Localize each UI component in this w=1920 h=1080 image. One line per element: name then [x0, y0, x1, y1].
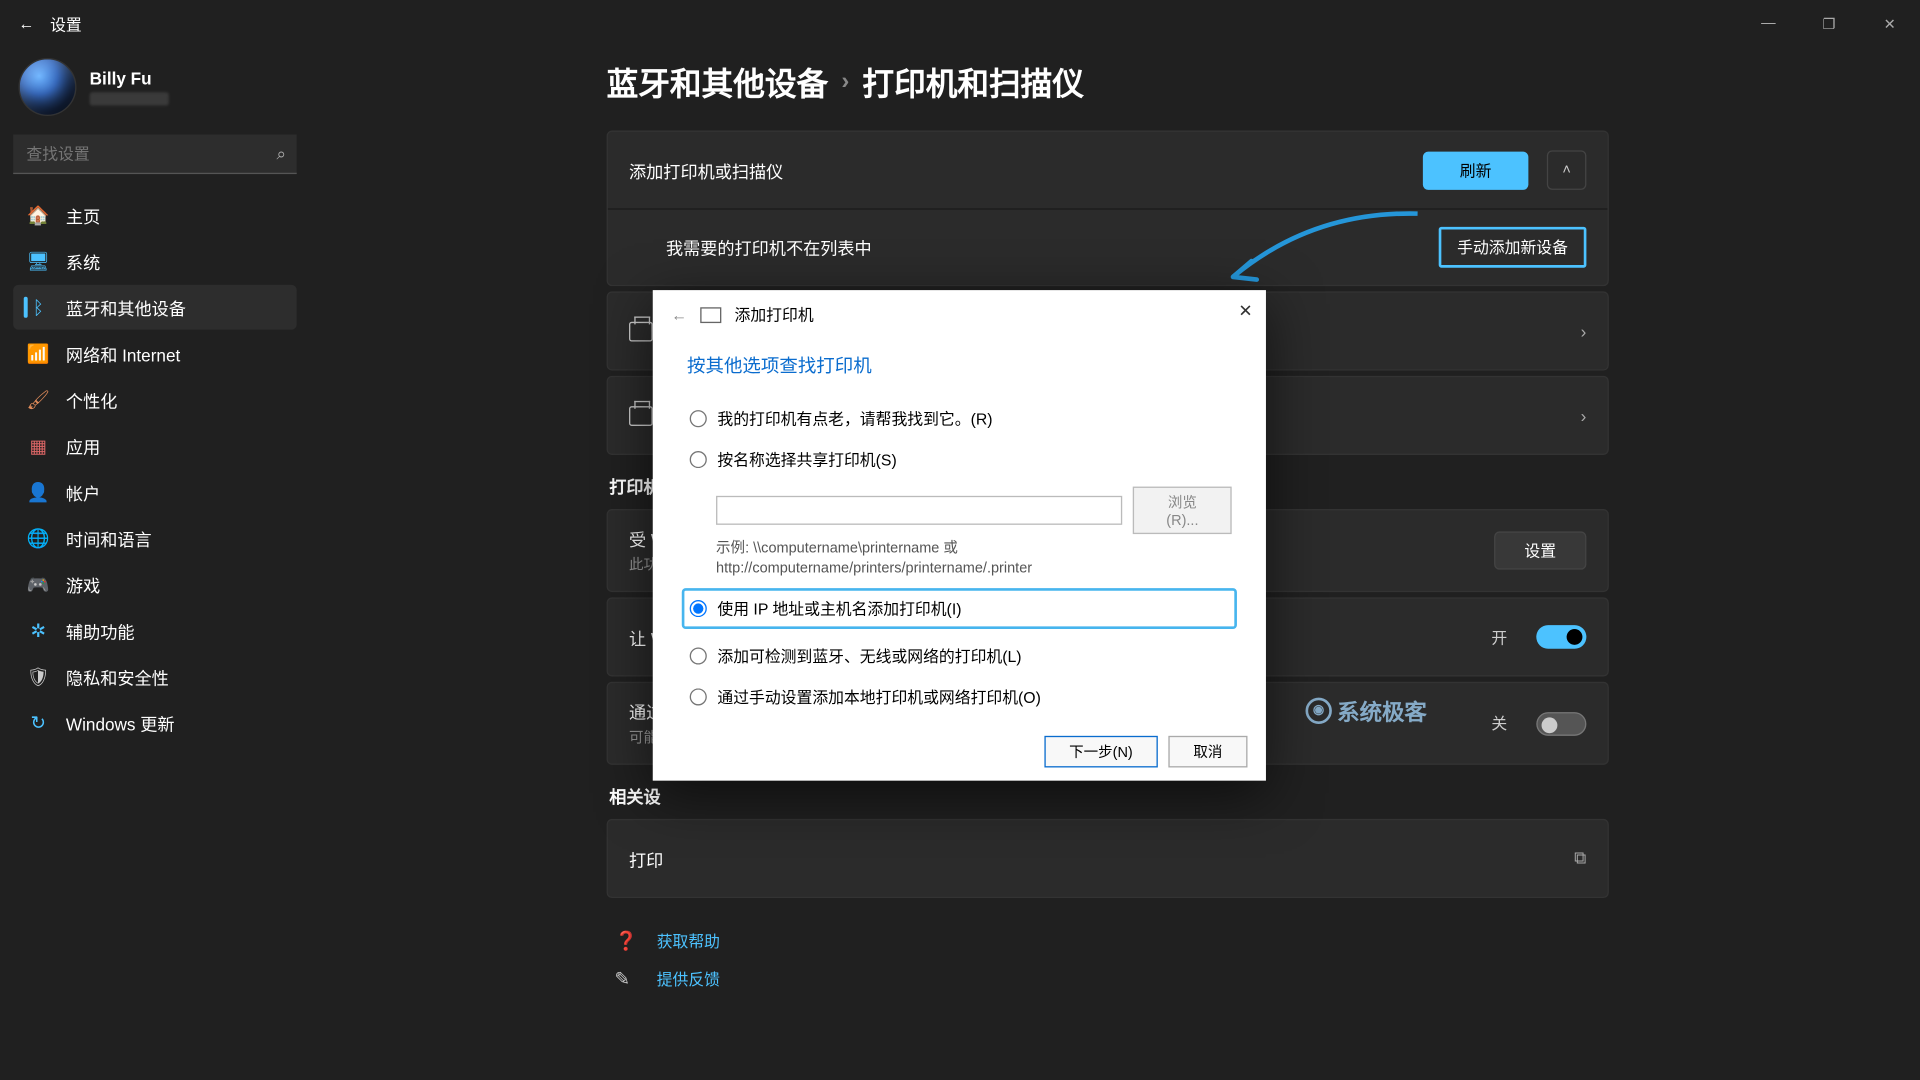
watermark: ◉ 系统极客: [1306, 694, 1427, 727]
nav-item-8[interactable]: 🎮 游戏: [13, 562, 297, 607]
external-link-icon: ⧉: [1574, 848, 1586, 869]
nav-label: 时间和语言: [66, 526, 152, 551]
nav-label: 帐户: [66, 479, 100, 504]
next-button[interactable]: 下一步(N): [1044, 736, 1158, 768]
nav-label: 辅助功能: [66, 618, 135, 643]
radio-manual-local[interactable]: 通过手动设置添加本地打印机或网络打印机(O): [687, 683, 1232, 711]
nav-label: 网络和 Internet: [66, 341, 180, 366]
printer-icon: [629, 321, 653, 341]
user-profile[interactable]: Billy Fu: [13, 53, 297, 135]
printer-icon: [629, 406, 653, 426]
example-text: 示例: \\computername\printername 或 http://…: [716, 539, 1232, 580]
browse-button[interactable]: 浏览(R)...: [1133, 487, 1232, 534]
help-icon: ❓: [615, 930, 639, 952]
nav-item-0[interactable]: 🏠 主页: [13, 193, 297, 238]
dialog-heading: 按其他选项查找打印机: [687, 352, 1232, 378]
cancel-button[interactable]: 取消: [1168, 736, 1247, 768]
avatar: [18, 58, 76, 116]
nav-icon: ↻: [26, 711, 50, 733]
nav-item-10[interactable]: 🛡 隐私和安全性: [13, 654, 297, 699]
nav-icon: 🎮: [26, 573, 50, 595]
radio-shared-printer[interactable]: 按名称选择共享打印机(S): [687, 446, 1232, 474]
dialog-title: 添加打印机: [735, 303, 814, 325]
nav-icon: ▦: [26, 435, 50, 457]
search-icon: ⌕: [277, 144, 287, 165]
nav-icon: 📶: [26, 342, 50, 364]
breadcrumb-current: 打印机和扫描仪: [862, 58, 1084, 104]
watermark-icon: ◉: [1306, 697, 1332, 723]
nav-icon: ᛒ: [26, 297, 50, 318]
breadcrumb-parent[interactable]: 蓝牙和其他设备: [607, 58, 829, 104]
nav-label: 个性化: [66, 387, 117, 412]
nav-label: 隐私和安全性: [66, 664, 169, 689]
chevron-up-icon[interactable]: ˄: [1547, 150, 1587, 190]
search-box[interactable]: ⌕: [13, 135, 297, 175]
section-heading: 相关设: [609, 783, 1609, 808]
nav-icon: 🛡: [26, 665, 50, 687]
nav-label: Windows 更新: [66, 710, 175, 735]
nav-icon: 🏠: [26, 204, 50, 226]
nav-item-7[interactable]: 🌐 时间和语言: [13, 516, 297, 561]
nav-list: 🏠 主页 🖥 系统 ᛒ 蓝牙和其他设备 📶 网络和 Internet 🖌 个性化 ▦ 应用 👤 帐户 🌐 时间…: [13, 193, 297, 746]
toggle-switch[interactable]: [1536, 711, 1586, 735]
add-manually-button[interactable]: 手动添加新设备: [1439, 227, 1587, 268]
radio-bluetooth-wireless[interactable]: 添加可检测到蓝牙、无线或网络的打印机(L): [687, 642, 1232, 670]
feedback-link[interactable]: ✎ 提供反馈: [607, 960, 1609, 998]
maximize-button[interactable]: ❐: [1799, 0, 1860, 47]
radio-ip-hostname[interactable]: 使用 IP 地址或主机名添加打印机(I): [682, 588, 1237, 629]
nav-item-11[interactable]: ↻ Windows 更新: [13, 700, 297, 745]
shared-printer-input[interactable]: [716, 496, 1123, 525]
nav-item-6[interactable]: 👤 帐户: [13, 469, 297, 514]
close-button[interactable]: ✕: [1859, 0, 1920, 47]
nav-icon: 🖥: [26, 250, 50, 272]
toggle-switch[interactable]: [1536, 625, 1586, 649]
nav-item-1[interactable]: 🖥 系统: [13, 239, 297, 284]
chevron-right-icon: ›: [1581, 406, 1587, 426]
nav-item-9[interactable]: ✲ 辅助功能: [13, 608, 297, 653]
related-row[interactable]: 打印 ⧉: [608, 820, 1608, 896]
feedback-icon: ✎: [615, 968, 639, 990]
chevron-right-icon: ›: [1581, 321, 1587, 341]
not-listed-row: 我需要的打印机不在列表中 手动添加新设备: [608, 208, 1608, 284]
nav-label: 主页: [66, 202, 100, 227]
add-printer-dialog: ✕ ← 添加打印机 按其他选项查找打印机 我的打印机有点老，请帮我找到它。(R)…: [653, 290, 1266, 781]
user-name: Billy Fu: [90, 69, 169, 89]
nav-label: 蓝牙和其他设备: [66, 295, 186, 320]
nav-label: 系统: [66, 249, 100, 274]
help-link[interactable]: ❓ 获取帮助: [607, 922, 1609, 960]
minimize-button[interactable]: —: [1738, 0, 1799, 47]
nav-icon: 🌐: [26, 527, 50, 549]
nav-item-4[interactable]: 🖌 个性化: [13, 377, 297, 422]
nav-item-2[interactable]: ᛒ 蓝牙和其他设备: [13, 285, 297, 330]
back-icon[interactable]: ←: [671, 305, 687, 323]
nav-icon: 🖌: [26, 388, 50, 410]
window-title: 设置: [45, 13, 82, 35]
search-input[interactable]: [13, 135, 297, 175]
nav-label: 游戏: [66, 572, 100, 597]
close-icon[interactable]: ✕: [1238, 301, 1252, 322]
breadcrumb: 蓝牙和其他设备 › 打印机和扫描仪: [607, 58, 1609, 104]
nav-icon: 👤: [26, 481, 50, 503]
nav-item-5[interactable]: ▦ 应用: [13, 423, 297, 468]
nav-item-3[interactable]: 📶 网络和 Internet: [13, 331, 297, 376]
radio-old-printer[interactable]: 我的打印机有点老，请帮我找到它。(R): [687, 405, 1232, 433]
nav-label: 应用: [66, 433, 100, 458]
printer-icon: [700, 307, 721, 323]
chevron-right-icon: ›: [841, 67, 849, 95]
nav-icon: ✲: [26, 619, 50, 641]
user-email-redacted: [90, 92, 169, 105]
back-button[interactable]: ←: [8, 15, 45, 33]
refresh-button[interactable]: 刷新: [1423, 151, 1529, 189]
add-printer-row: 添加打印机或扫描仪 刷新 ˄: [608, 132, 1608, 208]
settings-button[interactable]: 设置: [1494, 531, 1586, 569]
